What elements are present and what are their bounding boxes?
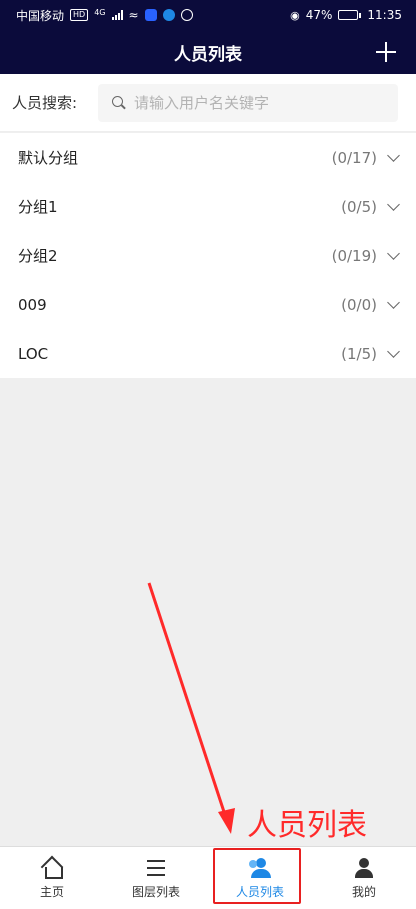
nav-label: 主页	[39, 884, 64, 899]
layers-icon	[145, 858, 167, 878]
nav-label: 我的	[351, 884, 376, 899]
nav-label: 图层列表	[131, 884, 180, 899]
nav-mine[interactable]: 我的	[312, 847, 416, 909]
nav-layers[interactable]: 图层列表	[104, 847, 208, 909]
bottom-nav: 主页 图层列表 人员列表 我的	[0, 846, 416, 909]
home-icon	[41, 858, 63, 879]
person-icon	[353, 857, 375, 878]
annotation-arrow	[147, 582, 235, 834]
nav-home[interactable]: 主页	[0, 847, 104, 909]
annotation-label: 人员列表	[247, 808, 367, 843]
annotation-highlight-box	[213, 848, 301, 904]
